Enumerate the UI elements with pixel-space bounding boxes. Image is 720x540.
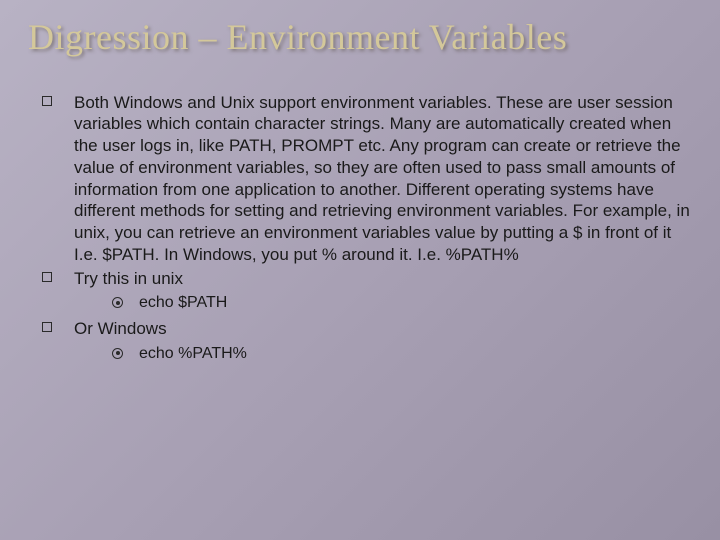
bullet-text: Or Windows — [74, 318, 692, 340]
bullet-text: Try this in unix — [74, 268, 692, 290]
slide-content: Both Windows and Unix support environmen… — [28, 92, 692, 365]
slide: Digression – Environment Variables Both … — [0, 0, 720, 540]
circle-dot-bullet-icon — [112, 297, 123, 308]
square-bullet-icon — [42, 272, 52, 282]
bullet-item: Both Windows and Unix support environmen… — [42, 92, 692, 266]
sub-bullet-text: echo $PATH — [139, 293, 692, 314]
bullet-item: Try this in unix — [42, 268, 692, 290]
bullet-text: Both Windows and Unix support environmen… — [74, 92, 692, 266]
sub-bullet-item: echo %PATH% — [112, 344, 692, 365]
square-bullet-icon — [42, 322, 52, 332]
square-bullet-icon — [42, 96, 52, 106]
slide-title: Digression – Environment Variables — [28, 18, 692, 58]
bullet-item: Or Windows — [42, 318, 692, 340]
circle-dot-bullet-icon — [112, 348, 123, 359]
sub-bullet-item: echo $PATH — [112, 293, 692, 314]
sub-bullet-text: echo %PATH% — [139, 344, 692, 365]
